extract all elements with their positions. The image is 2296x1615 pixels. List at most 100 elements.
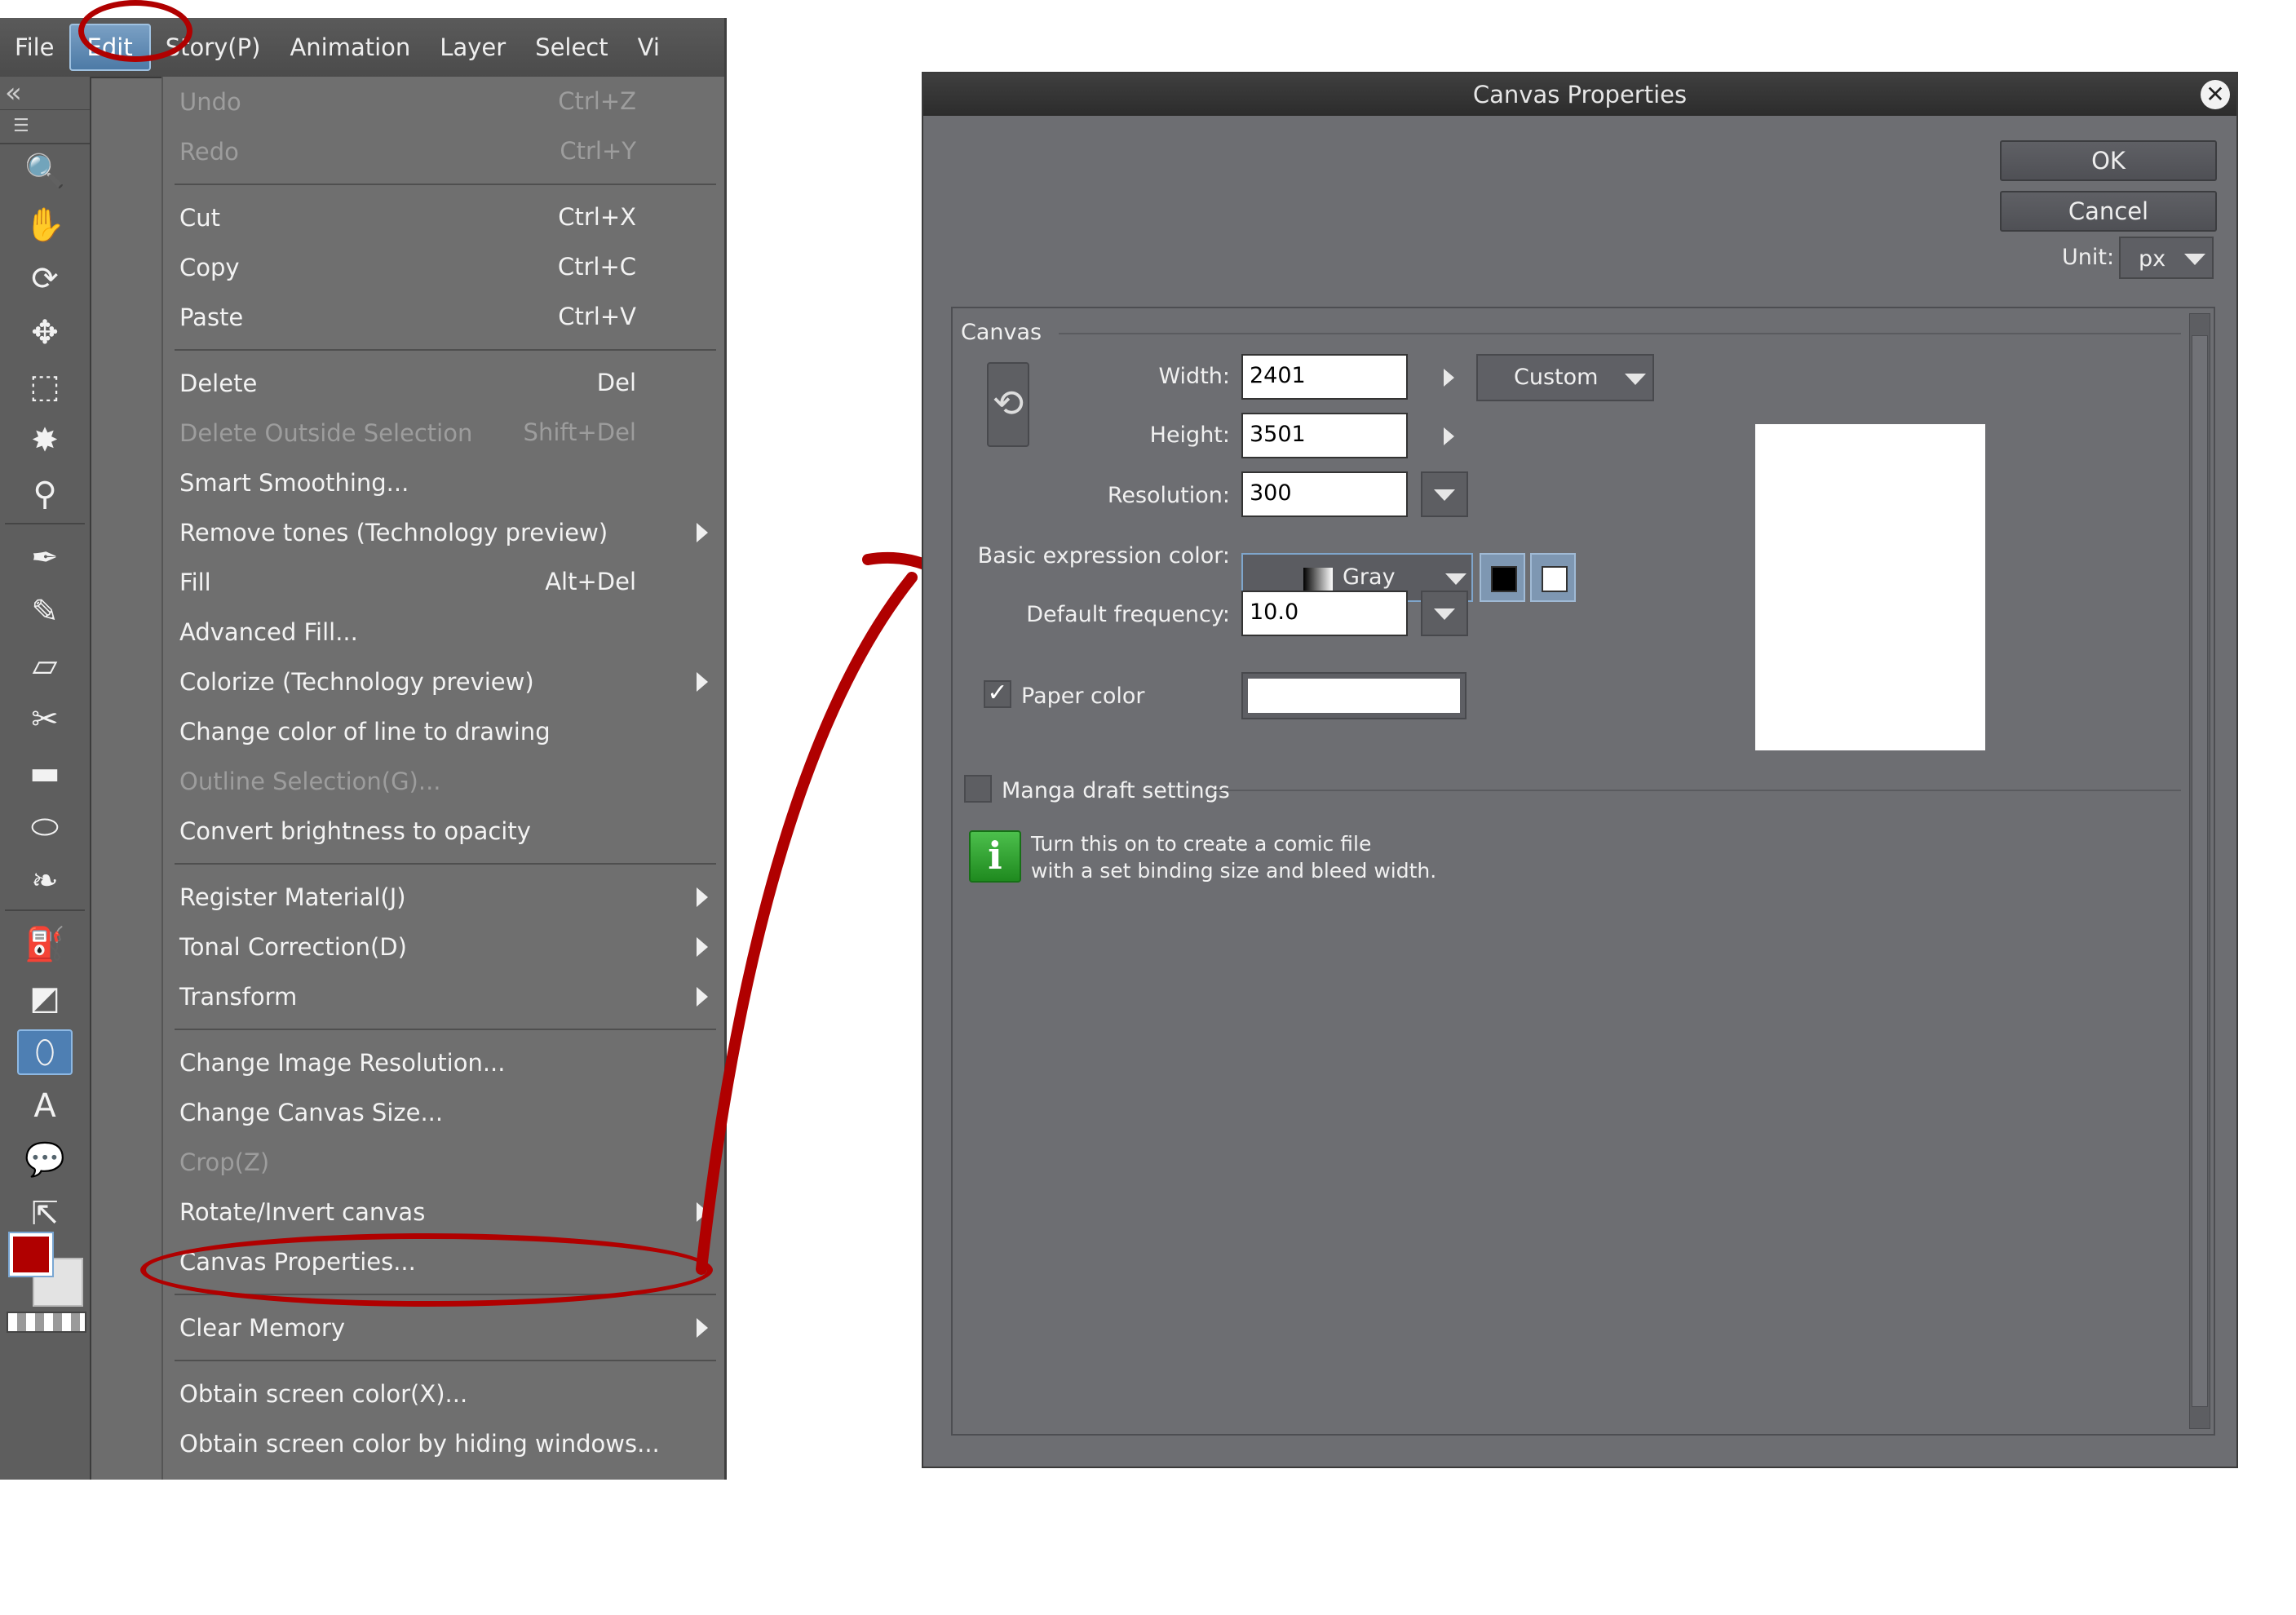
menu-file[interactable]: File — [0, 25, 69, 69]
info-icon: i — [969, 830, 1021, 883]
unit-label: Unit: — [2062, 245, 2115, 270]
menu-item-convert-brightness-to-opacity[interactable]: Convert brightness to opacity — [163, 806, 724, 856]
play-right-icon[interactable] — [1444, 369, 1454, 387]
menu-item-undo: Undo Ctrl+Z — [163, 77, 724, 126]
tool-text[interactable]: A — [0, 1079, 90, 1133]
menu-item-paste[interactable]: Paste Ctrl+V — [163, 292, 724, 342]
menu-item-label: Crop(Z) — [179, 1148, 270, 1176]
menu-item-register-material-j[interactable]: Register Material(J) — [163, 872, 724, 922]
section-label: Canvas — [961, 320, 1042, 345]
submenu-arrow-icon — [697, 887, 708, 907]
tool-eyedropper[interactable]: ⚲ — [0, 467, 90, 521]
menu-layer[interactable]: Layer — [425, 25, 520, 69]
palette-menu-icon[interactable]: ☰ — [0, 110, 90, 144]
frequency-field[interactable]: 10.0 — [1241, 591, 1408, 636]
tool-zoom[interactable]: 🔍 — [0, 144, 90, 198]
tool-move-layer[interactable]: ✥ — [0, 306, 90, 360]
black-color-button[interactable] — [1480, 553, 1525, 602]
resolution-label: Resolution: — [1107, 483, 1230, 508]
menu-item-change-color-of-line-to-drawing[interactable]: Change color of line to drawing — [163, 706, 724, 756]
width-field[interactable]: 2401 — [1241, 354, 1408, 400]
paper-color-checkbox[interactable]: ✓ — [984, 680, 1011, 708]
tool-pen[interactable]: ✒ — [0, 531, 90, 585]
size-preset-select[interactable]: Custom — [1476, 354, 1654, 401]
tool-gradient[interactable]: ◩ — [0, 971, 90, 1025]
tool-blend[interactable]: ⬭ — [0, 800, 90, 854]
menu-separator — [163, 1352, 724, 1369]
menu-separator — [163, 856, 724, 872]
menu-item-rotate-invert-canvas[interactable]: Rotate/Invert canvas — [163, 1187, 724, 1237]
frequency-dropdown-button[interactable] — [1421, 591, 1468, 636]
menu-item-label: Change Canvas Size... — [179, 1098, 444, 1126]
tool-rotate-view[interactable]: ⟳ — [0, 252, 90, 306]
vertical-scrollbar[interactable] — [2189, 313, 2210, 1429]
menu-item-obtain-screen-color-by-hiding-windows[interactable]: Obtain screen color by hiding windows... — [163, 1418, 724, 1468]
info-line-2: with a set binding size and bleed width. — [1031, 859, 1437, 883]
resolution-dropdown-button[interactable] — [1421, 471, 1468, 517]
submenu-arrow-icon — [697, 1318, 708, 1338]
section-divider — [1059, 333, 2181, 334]
menu-separator — [163, 176, 724, 192]
menu-select[interactable]: Select — [520, 25, 622, 69]
submenu-arrow-icon — [697, 672, 708, 692]
menu-item-fill[interactable]: Fill Alt+Del — [163, 557, 724, 607]
menu-item-copy[interactable]: Copy Ctrl+C — [163, 242, 724, 292]
close-icon[interactable]: ✕ — [2201, 80, 2230, 109]
tool-liquify[interactable]: ❧ — [0, 854, 90, 908]
menu-item-delete[interactable]: Delete Del — [163, 358, 724, 408]
menu-item-shortcut: Ctrl+C — [557, 253, 636, 281]
tool-ruler-stripes[interactable]: ▬ — [0, 746, 90, 800]
tool-magic-wand[interactable]: ✸ — [0, 414, 90, 467]
white-color-button[interactable] — [1530, 553, 1576, 602]
chevron-down-icon — [1625, 374, 1646, 385]
menu-item-transform[interactable]: Transform — [163, 971, 724, 1021]
menu-item-smart-smoothing[interactable]: Smart Smoothing... — [163, 458, 724, 507]
size-preset-value: Custom — [1514, 365, 1599, 390]
menu-separator — [163, 342, 724, 358]
menu-item-clear-memory[interactable]: Clear Memory — [163, 1303, 724, 1352]
tool-fill-bucket[interactable]: ⛽ — [0, 918, 90, 971]
menu-item-crop-z: Crop(Z) — [163, 1137, 724, 1187]
menu-item-tonal-correction-d[interactable]: Tonal Correction(D) — [163, 922, 724, 971]
menu-item-advanced-fill[interactable]: Advanced Fill... — [163, 607, 724, 657]
hand-icon: ✋ — [24, 206, 65, 244]
cancel-button[interactable]: Cancel — [2000, 191, 2217, 232]
menu-item-change-image-resolution[interactable]: Change Image Resolution... — [163, 1038, 724, 1087]
edit-menu-highlight-circle — [78, 0, 192, 62]
main-color-swatch[interactable] — [8, 1232, 54, 1277]
paper-color-field[interactable] — [1241, 672, 1467, 719]
menu-item-change-canvas-size[interactable]: Change Canvas Size... — [163, 1087, 724, 1137]
collapse-palette-icon[interactable]: « — [0, 77, 90, 110]
tool-hand[interactable]: ✋ — [0, 198, 90, 252]
menu-item-label: Cut — [179, 203, 220, 232]
tool-rectangle-selection[interactable]: ⬚ — [0, 360, 90, 414]
tool-balloon[interactable]: 💬 — [0, 1133, 90, 1187]
menu-item-remove-tones-technology-preview[interactable]: Remove tones (Technology preview) — [163, 507, 724, 557]
dialog-title: Canvas Properties — [1472, 81, 1688, 108]
menu-item-shortcut: Del — [596, 369, 636, 396]
tool-ellipse[interactable]: ⬯ — [0, 1025, 90, 1079]
ok-button[interactable]: OK — [2000, 140, 2217, 181]
gradient-icon: ◩ — [29, 980, 60, 1017]
play-right-icon[interactable] — [1444, 427, 1454, 445]
manga-draft-checkbox[interactable] — [964, 775, 992, 803]
transparent-color-swatch[interactable] — [7, 1312, 86, 1333]
expression-color-label: Basic expression color: — [977, 543, 1230, 569]
tool-brush[interactable]: ✎ — [0, 585, 90, 639]
paper-color-label: Paper color — [1021, 684, 1145, 709]
menu-item-colorize-technology-preview[interactable]: Colorize (Technology preview) — [163, 657, 724, 706]
menu-item-label: Rotate/Invert canvas — [179, 1197, 426, 1226]
menu-view[interactable]: Vi — [623, 25, 675, 69]
menu-item-cut[interactable]: Cut Ctrl+X — [163, 192, 724, 242]
info-line-1: Turn this on to create a comic file — [1031, 832, 1372, 856]
menu-item-shortcut: Ctrl+X — [558, 203, 636, 231]
menu-item-obtain-screen-color-x[interactable]: Obtain screen color(X)... — [163, 1369, 724, 1418]
resolution-field[interactable]: 300 — [1241, 471, 1408, 517]
menu-item-outline-selection-g: Outline Selection(G)... — [163, 756, 724, 806]
tool-decoration[interactable]: ✂ — [0, 692, 90, 746]
menu-animation[interactable]: Animation — [275, 25, 425, 69]
unit-select[interactable]: px — [2119, 237, 2214, 279]
height-field[interactable]: 3501 — [1241, 413, 1408, 458]
menu-item-label: Transform — [179, 982, 298, 1011]
tool-eraser[interactable]: ▱ — [0, 639, 90, 692]
